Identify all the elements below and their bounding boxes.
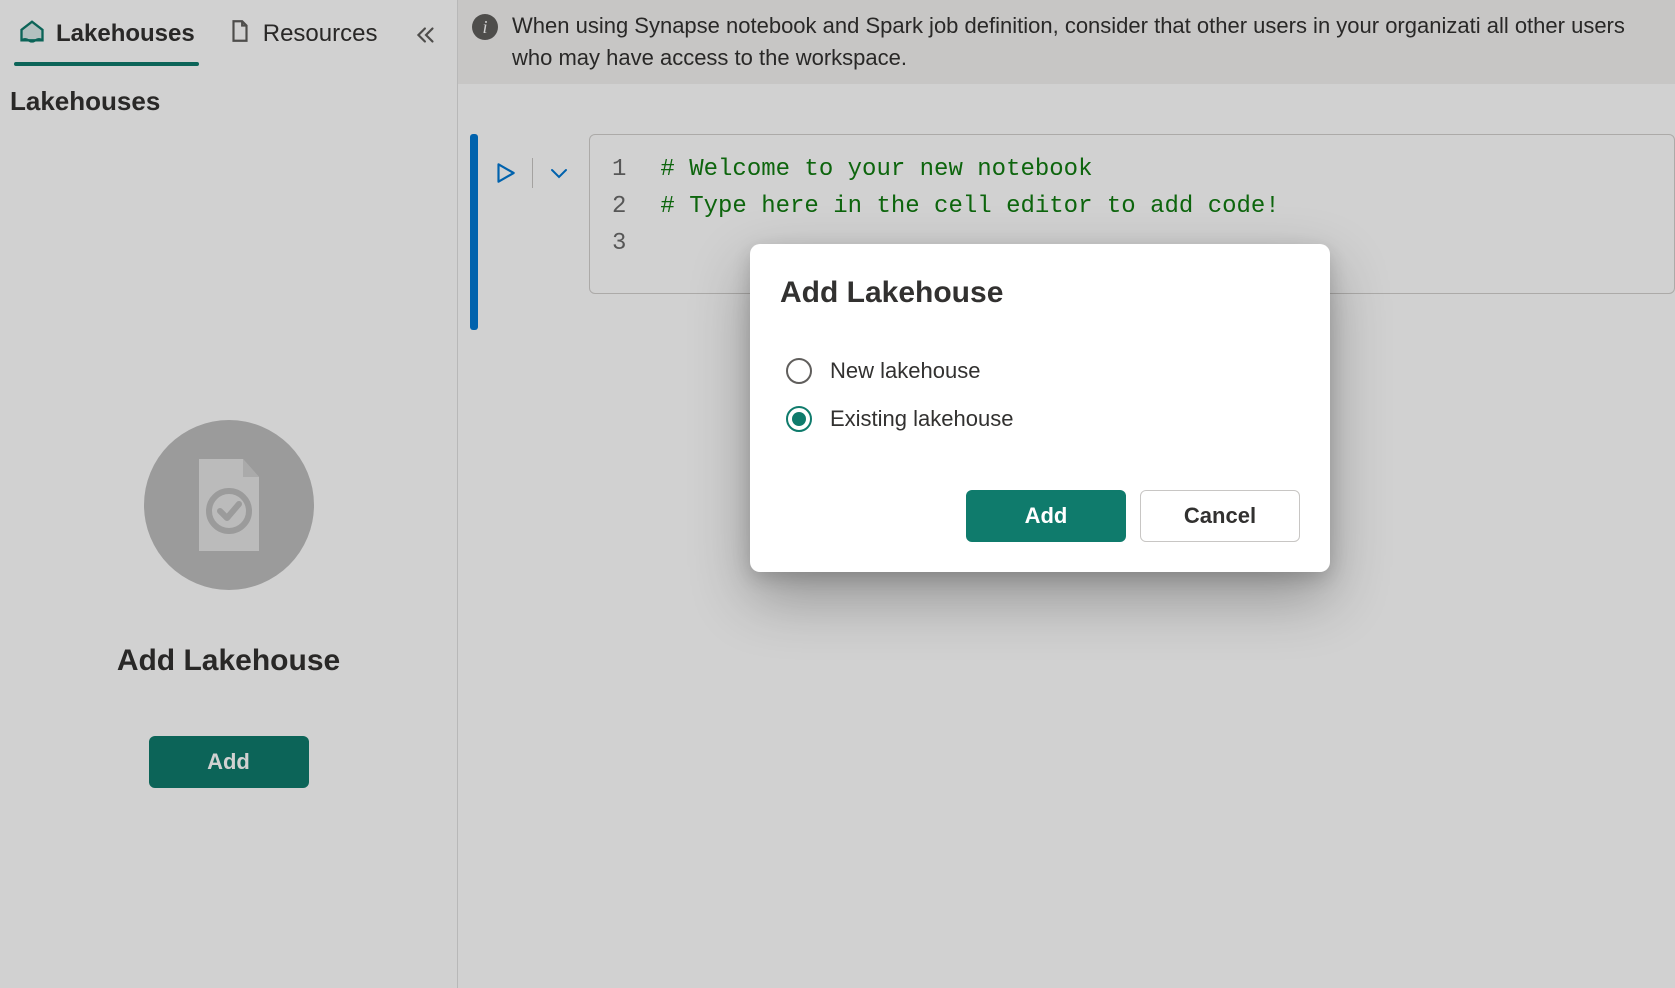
sidebar-section-title: Lakehouses <box>0 64 457 127</box>
radio-new-label: New lakehouse <box>830 358 980 384</box>
tab-resources[interactable]: Resources <box>223 10 382 65</box>
line-number: 1 <box>612 151 626 188</box>
radio-existing-label: Existing lakehouse <box>830 406 1013 432</box>
dialog-cancel-button[interactable]: Cancel <box>1140 490 1300 542</box>
dialog-radio-group: New lakehouse Existing lakehouse <box>780 358 1300 432</box>
code-line: # Type here in the cell editor to add co… <box>660 188 1279 225</box>
sidebar-empty-state: Add Lakehouse Add <box>0 420 457 788</box>
sidebar-add-label: Add <box>207 749 250 775</box>
tab-lakehouses[interactable]: Lakehouses <box>14 9 199 66</box>
code-line: # Welcome to your new notebook <box>660 151 1279 188</box>
sidebar-add-button[interactable]: Add <box>149 736 309 788</box>
dialog-cancel-label: Cancel <box>1184 503 1256 529</box>
dialog-title: Add Lakehouse <box>780 276 1300 310</box>
line-number: 2 <box>612 188 626 225</box>
info-bar: i When using Synapse notebook and Spark … <box>458 0 1675 84</box>
lakehouse-sidebar: Lakehouses Resources Lakehouses <box>0 0 458 988</box>
run-cell-button[interactable] <box>492 160 518 186</box>
sidebar-tabs: Lakehouses Resources <box>0 0 457 64</box>
add-lakehouse-dialog: Add Lakehouse New lakehouse Existing lak… <box>750 244 1330 572</box>
radio-new-lakehouse[interactable]: New lakehouse <box>786 358 1300 384</box>
chevron-double-left-icon <box>413 35 439 52</box>
info-bar-text: When using Synapse notebook and Spark jo… <box>512 10 1657 74</box>
dialog-actions: Add Cancel <box>780 490 1300 542</box>
empty-state-title: Add Lakehouse <box>117 644 340 678</box>
separator <box>532 158 533 188</box>
tab-lakehouses-label: Lakehouses <box>56 20 195 48</box>
line-gutter: 1 2 3 <box>612 151 660 277</box>
collapse-sidebar-button[interactable] <box>405 14 447 61</box>
cell-run-controls <box>492 158 571 188</box>
line-number: 3 <box>612 225 626 262</box>
dialog-add-label: Add <box>1025 503 1068 529</box>
cell-active-indicator <box>470 134 478 330</box>
radio-icon <box>786 358 812 384</box>
dialog-add-button[interactable]: Add <box>966 490 1126 542</box>
lakehouse-icon <box>18 17 46 52</box>
info-icon: i <box>472 14 498 40</box>
empty-state-icon <box>144 420 314 590</box>
document-icon <box>227 18 253 51</box>
tab-resources-label: Resources <box>263 20 378 48</box>
radio-existing-lakehouse[interactable]: Existing lakehouse <box>786 406 1300 432</box>
radio-icon <box>786 406 812 432</box>
run-cell-menu-button[interactable] <box>547 161 571 185</box>
